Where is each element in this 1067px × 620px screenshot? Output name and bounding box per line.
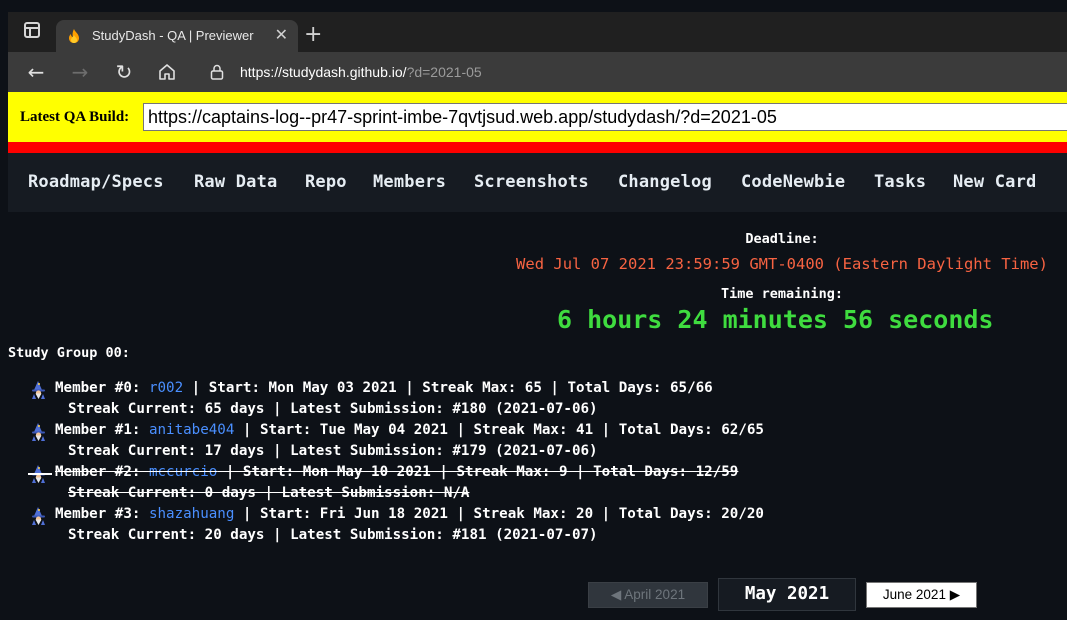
member-streak-line: Streak Current: 20 days | Latest Submiss… [68,527,598,543]
member-line-1: Member #2: mccurcio | Start: Mon May 10 … [55,464,738,480]
study-group-title: Study Group 00: [8,345,130,361]
reload-icon[interactable]: ↻ [112,60,136,84]
address-bar[interactable]: https://studydash.github.io/?d=2021-05 [200,57,1060,87]
qa-label: Latest QA Build: [20,109,130,125]
member-username-link[interactable]: anitabe404 [149,422,234,438]
qa-url-field[interactable]: https://captains-log--pr47-sprint-imbe-7… [143,103,1067,131]
new-tab-icon[interactable]: + [304,23,322,47]
qa-banner: Latest QA Build: https://captains-log--p… [8,92,1067,142]
member-username-link[interactable]: shazahuang [149,506,234,522]
window-menu-icon[interactable] [24,22,40,38]
member-label: Member #2: [55,464,149,480]
home-icon[interactable] [156,61,178,83]
nav-new-card[interactable]: New Card [953,172,1036,192]
url-text[interactable]: https://studydash.github.io/?d=2021-05 [240,64,482,80]
prev-month-button[interactable]: ◀ April 2021 [588,582,708,608]
wizard-icon [32,423,45,441]
member-label: Member #0: [55,380,149,396]
member-streak-line: Streak Current: 65 days | Latest Submiss… [68,401,598,417]
qa-banner-stripe [8,142,1067,153]
url-origin: https://studydash.github.io/ [240,64,407,80]
member-stats: | Start: Mon May 03 2021 | Streak Max: 6… [183,380,713,396]
url-query: ?d=2021-05 [406,64,482,80]
member-line-1: Member #0: r002 | Start: Mon May 03 2021… [55,380,713,396]
member-row-inactive: Member #2: mccurcio | Start: Mon May 10 … [28,464,830,506]
back-icon[interactable]: ← [24,60,48,84]
nav-raw-data[interactable]: Raw Data [194,172,277,192]
member-line-1: Member #1: anitabe404 | Start: Tue May 0… [55,422,764,438]
nav-changelog[interactable]: Changelog [618,172,712,192]
nav-codenewbie[interactable]: CodeNewbie [741,172,845,192]
member-label: Member #1: [55,422,149,438]
browser-tab[interactable]: StudyDash - QA | Previewer ✕ [56,20,298,52]
firebase-favicon-icon [69,29,79,43]
tab-title: StudyDash - QA | Previewer [92,28,254,43]
member-username-link[interactable]: r002 [149,380,183,396]
member-stats: | Start: Mon May 10 2021 | Streak Max: 9… [217,464,739,480]
next-month-button[interactable]: June 2021 ▶ [866,582,977,608]
member-row: Member #0: r002 | Start: Mon May 03 2021… [30,380,830,422]
member-streak-line: Streak Current: 17 days | Latest Submiss… [68,443,598,459]
wizard-icon [32,381,45,399]
deadline-label: Deadline: [745,231,819,247]
member-row: Member #3: shazahuang | Start: Fri Jun 1… [30,506,830,548]
lock-icon[interactable] [208,63,226,81]
nav-tasks[interactable]: Tasks [874,172,926,192]
time-remaining-value: 6 hours 24 minutes 56 seconds [557,305,994,334]
forward-icon[interactable]: → [68,60,92,84]
current-month-label: May 2021 [718,578,856,611]
member-username-link[interactable]: mccurcio [149,464,217,480]
member-line-1: Member #3: shazahuang | Start: Fri Jun 1… [55,506,764,522]
close-tab-icon[interactable]: ✕ [275,25,288,44]
browser-tab-strip: StudyDash - QA | Previewer ✕ + [8,12,1067,52]
nav-repo[interactable]: Repo [305,172,347,192]
nav-members[interactable]: Members [373,172,446,192]
browser-toolbar: ← → ↻ https://studydash.github.io/?d=202… [8,52,1067,92]
member-row: Member #1: anitabe404 | Start: Tue May 0… [30,422,830,464]
deadline-value: Wed Jul 07 2021 23:59:59 GMT-0400 (Easte… [516,255,1048,273]
nav-screenshots[interactable]: Screenshots [474,172,589,192]
time-remaining-label: Time remaining: [721,286,843,302]
top-nav: Roadmap/Specs Raw Data Repo Members Scre… [8,153,1067,212]
member-stats: | Start: Tue May 04 2021 | Streak Max: 4… [234,422,764,438]
strikethrough-line [28,473,52,475]
nav-roadmap-specs[interactable]: Roadmap/Specs [28,172,164,192]
wizard-icon [32,507,45,525]
member-streak-line: Streak Current: 0 days | Latest Submissi… [68,485,470,501]
member-label: Member #3: [55,506,149,522]
member-stats: | Start: Fri Jun 18 2021 | Streak Max: 2… [234,506,764,522]
